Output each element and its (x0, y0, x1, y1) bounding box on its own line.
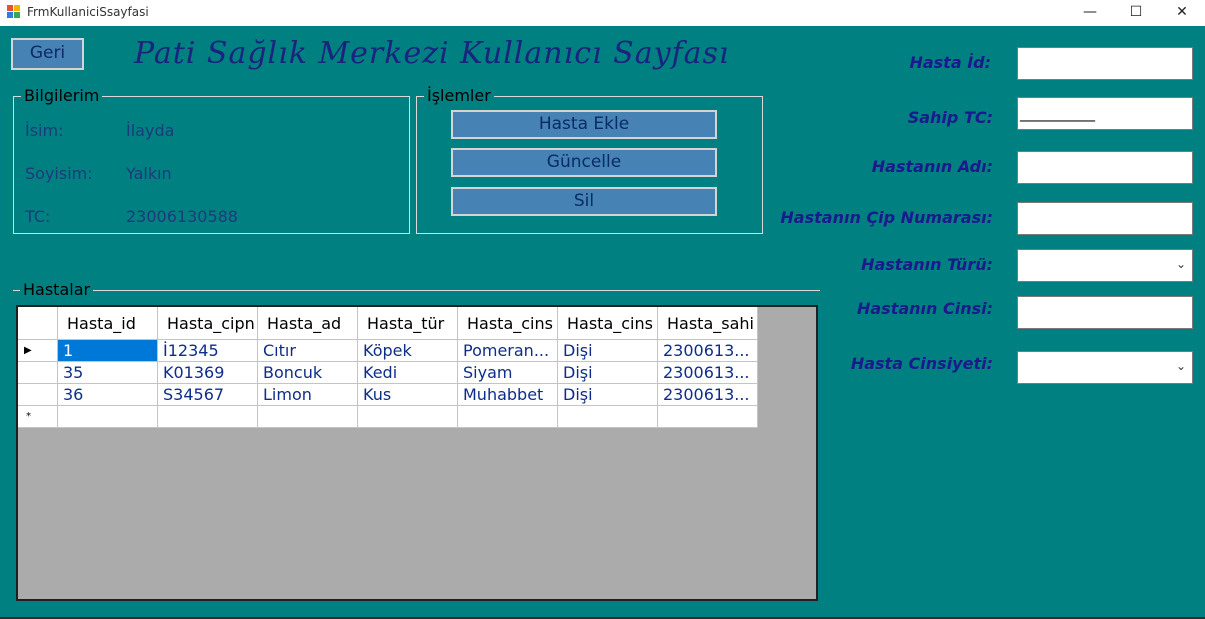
table-cell[interactable]: 1 (58, 340, 158, 362)
new-row-cell[interactable] (58, 406, 158, 428)
new-row-cell[interactable] (658, 406, 758, 428)
chip-number-input[interactable] (1017, 202, 1193, 235)
chevron-down-icon[interactable]: ⌄ (1176, 359, 1186, 373)
breed-input[interactable] (1017, 296, 1193, 329)
patient-id-input[interactable] (1017, 47, 1193, 80)
patient-name-label: Hastanın Adı: (871, 157, 993, 176)
table-cell[interactable]: 2300613... (658, 340, 758, 362)
patient-name-input[interactable] (1017, 151, 1193, 184)
info-group-legend: Bilgilerim (21, 86, 103, 106)
close-button[interactable]: ✕ (1159, 0, 1205, 26)
new-row-cell[interactable] (258, 406, 358, 428)
new-row-cell[interactable] (558, 406, 658, 428)
gender-combo[interactable]: ⌄ (1017, 351, 1193, 384)
grid-corner[interactable] (18, 307, 58, 340)
operations-group: İşlemler Hasta Ekle Güncelle Sil (416, 86, 763, 234)
table-cell[interactable]: Kedi (358, 362, 458, 384)
window-title: FrmKullaniciSsayfasi (27, 5, 149, 19)
row-header[interactable] (18, 384, 58, 406)
table-cell[interactable]: 2300613... (658, 384, 758, 406)
back-button[interactable]: Geri (11, 38, 84, 70)
surname-label: Soyisim: (25, 164, 93, 183)
column-header[interactable]: Hasta_ad (258, 307, 358, 340)
table-cell[interactable]: Pomeran... (458, 340, 558, 362)
table-cell[interactable]: Muhabbet (458, 384, 558, 406)
new-row-cell[interactable] (158, 406, 258, 428)
patient-id-label: Hasta İd: (909, 53, 991, 72)
species-label: Hastanın Türü: (861, 255, 993, 274)
surname-value: Yalkın (126, 164, 172, 183)
table-cell[interactable]: 36 (58, 384, 158, 406)
window-titlebar[interactable]: FrmKullaniciSsayfasi — ☐ ✕ (0, 0, 1205, 26)
table-cell[interactable]: 2300613... (658, 362, 758, 384)
table-cell[interactable]: Köpek (358, 340, 458, 362)
tc-value: 23006130588 (126, 207, 238, 226)
table-cell[interactable]: Limon (258, 384, 358, 406)
species-combo[interactable]: ⌄ (1017, 249, 1193, 282)
new-row-cell[interactable] (358, 406, 458, 428)
maximize-button[interactable]: ☐ (1113, 0, 1159, 26)
form-client-area: Geri Pati Sağlık Merkezi Kullanıcı Sayfa… (0, 26, 1205, 617)
patients-group-legend: Hastalar (20, 280, 94, 300)
column-header[interactable]: Hasta_tür (358, 307, 458, 340)
column-header[interactable]: Hasta_cins (558, 307, 658, 340)
chevron-down-icon[interactable]: ⌄ (1176, 257, 1186, 271)
breed-label: Hastanın Cinsi: (856, 299, 993, 318)
table-cell[interactable]: K01369 (158, 362, 258, 384)
table-cell[interactable]: Dişi (558, 340, 658, 362)
info-group: Bilgilerim İsim: İlayda Soyisim: Yalkın … (13, 86, 410, 234)
add-patient-button[interactable]: Hasta Ekle (451, 110, 717, 139)
table-cell[interactable]: Dişi (558, 384, 658, 406)
table-cell[interactable]: S34567 (158, 384, 258, 406)
column-header[interactable]: Hasta_cipn (158, 307, 258, 340)
page-title: Pati Sağlık Merkezi Kullanıcı Sayfası (134, 36, 730, 71)
table-cell[interactable]: İ12345 (158, 340, 258, 362)
column-header[interactable]: Hasta_sahi (658, 307, 758, 340)
delete-button[interactable]: Sil (451, 187, 717, 216)
row-header[interactable] (18, 362, 58, 384)
chip-number-label: Hastanın Çip Numarası: (780, 208, 993, 227)
operations-group-legend: İşlemler (424, 86, 494, 106)
new-row-marker[interactable]: * (18, 406, 58, 428)
update-button[interactable]: Güncelle (451, 148, 717, 177)
column-header[interactable]: Hasta_id (58, 307, 158, 340)
current-row-marker[interactable]: ▶ (18, 340, 58, 362)
new-row-cell[interactable] (458, 406, 558, 428)
tc-label: TC: (25, 207, 51, 226)
patients-grid[interactable]: Hasta_id Hasta_cipn Hasta_ad Hasta_tür H… (16, 305, 818, 601)
name-label: İsim: (25, 121, 64, 140)
table-cell[interactable]: 35 (58, 362, 158, 384)
gender-label: Hasta Cinsiyeti: (850, 354, 993, 373)
table-cell[interactable]: Kus (358, 384, 458, 406)
table-cell[interactable]: Cıtır (258, 340, 358, 362)
table-cell[interactable]: Siyam (458, 362, 558, 384)
table-cell[interactable]: Dişi (558, 362, 658, 384)
owner-tc-label: Sahip TC: (907, 108, 993, 127)
app-icon (7, 5, 21, 19)
owner-tc-input[interactable]: __________ (1017, 97, 1193, 130)
table-cell[interactable]: Boncuk (258, 362, 358, 384)
name-value: İlayda (126, 121, 175, 140)
column-header[interactable]: Hasta_cins (458, 307, 558, 340)
minimize-button[interactable]: — (1067, 0, 1113, 26)
